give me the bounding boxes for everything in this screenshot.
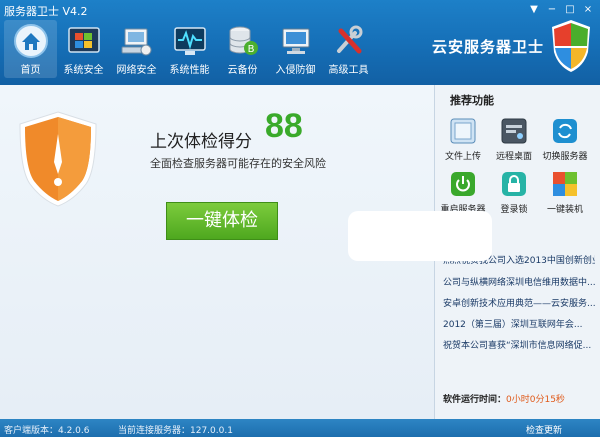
nav-network-security[interactable]: 网络安全 xyxy=(110,20,163,78)
app-window: 服务器卫士 V4.2 ▼ − □ × 首页 系统安全 网络安全 系统性能 B 云… xyxy=(0,0,600,437)
login-lock-icon xyxy=(502,172,526,196)
main-nav: 首页 系统安全 网络安全 系统性能 B 云备份 入侵防御 高级工具 xyxy=(4,20,375,78)
feature-file-upload[interactable]: 文件上传 xyxy=(436,118,490,162)
menu-button[interactable]: ▼ xyxy=(526,2,542,18)
nav-network-security-label: 网络安全 xyxy=(116,65,157,76)
nav-intrusion-defense[interactable]: 入侵防御 xyxy=(269,20,322,78)
file-upload-icon xyxy=(450,118,476,144)
feature-remote-desktop[interactable]: 远程桌面 xyxy=(487,118,541,162)
maximize-button[interactable]: □ xyxy=(562,2,578,18)
runtime-value: 0小时0分15秒 xyxy=(506,395,565,405)
advanced-tools-icon xyxy=(336,25,362,54)
connected-server: 当前连接服务器：127.0.0.1 xyxy=(118,426,233,436)
security-shield-icon xyxy=(19,111,97,207)
feature-one-click-install-label: 一键装机 xyxy=(546,205,583,215)
runtime: 软件运行时间：0小时0分15秒 xyxy=(443,392,565,405)
brand-name: 云安服务器卫士 xyxy=(431,38,544,56)
nav-cloud-backup-label: 云备份 xyxy=(227,65,258,76)
score-description: 全面检查服务器可能存在的安全风险 xyxy=(150,157,326,170)
feature-remote-desktop-label: 远程桌面 xyxy=(495,152,532,162)
nav-advanced-tools-label: 高级工具 xyxy=(328,65,369,76)
nav-home[interactable]: 首页 xyxy=(4,20,57,78)
nav-intrusion-defense-label: 入侵防御 xyxy=(275,65,316,76)
close-button[interactable]: × xyxy=(580,2,596,18)
svg-text:B: B xyxy=(247,44,254,55)
home-icon xyxy=(13,24,48,58)
restart-server-icon xyxy=(451,172,475,196)
one-click-install-icon xyxy=(553,172,577,196)
runtime-label: 软件运行时间： xyxy=(443,395,507,405)
remote-desktop-icon xyxy=(501,118,527,144)
window-title: 服务器卫士 V4.2 xyxy=(4,5,88,18)
feature-one-click-install[interactable]: 一键装机 xyxy=(538,171,592,215)
news-item[interactable]: 2012（第三届）深圳互联网年会... xyxy=(443,317,595,330)
system-performance-icon xyxy=(173,27,206,55)
client-version: 客户端版本：4.2.0.6 xyxy=(4,426,90,436)
score-value: 88 xyxy=(265,107,303,145)
status-bar: 客户端版本：4.2.0.6 当前连接服务器：127.0.0.1 检查更新 xyxy=(0,419,600,437)
system-security-icon xyxy=(67,27,100,53)
news-item[interactable]: 安卓创新技术应用典范——云安服务... xyxy=(443,296,595,309)
nav-advanced-tools[interactable]: 高级工具 xyxy=(322,20,375,78)
feature-restart-server[interactable]: 重启服务器 xyxy=(436,171,490,215)
news-item[interactable]: 公司与纵横网络深圳电信维用数据中... xyxy=(443,275,595,288)
nav-cloud-backup[interactable]: B 云备份 xyxy=(216,20,269,78)
news-item[interactable]: 祝贺本公司喜获“深圳市信息网络促... xyxy=(443,338,595,351)
blank-overlay xyxy=(348,211,492,261)
intrusion-defense-icon xyxy=(282,28,309,54)
feature-login-lock[interactable]: 登录锁 xyxy=(487,171,541,215)
minimize-button[interactable]: − xyxy=(544,2,560,18)
title-bar[interactable]: 服务器卫士 V4.2 ▼ − □ × xyxy=(0,0,600,20)
nav-home-label: 首页 xyxy=(20,65,41,76)
feature-file-upload-label: 文件上传 xyxy=(444,152,481,162)
window-controls: ▼ − □ × xyxy=(526,2,596,18)
recommend-title: 推荐功能 xyxy=(450,94,494,107)
header: 服务器卫士 V4.2 ▼ − □ × 首页 系统安全 网络安全 系统性能 B 云… xyxy=(0,0,600,85)
check-update-link[interactable]: 检查更新 xyxy=(526,423,562,436)
nav-system-security[interactable]: 系统安全 xyxy=(57,20,110,78)
nav-system-security-label: 系统安全 xyxy=(63,65,104,76)
one-click-check-button[interactable]: 一键体检 xyxy=(166,202,278,240)
feature-switch-server[interactable]: 切换服务器 xyxy=(538,118,592,162)
cloud-backup-icon: B xyxy=(229,26,258,55)
feature-login-lock-label: 登录锁 xyxy=(500,205,528,215)
network-security-icon xyxy=(121,28,151,56)
nav-system-performance[interactable]: 系统性能 xyxy=(163,20,216,78)
score-label: 上次体检得分 xyxy=(150,132,252,152)
feature-switch-server-label: 切换服务器 xyxy=(542,152,588,162)
switch-server-icon xyxy=(553,119,577,143)
brand-shield-logo xyxy=(552,20,590,72)
nav-system-performance-label: 系统性能 xyxy=(169,65,210,76)
